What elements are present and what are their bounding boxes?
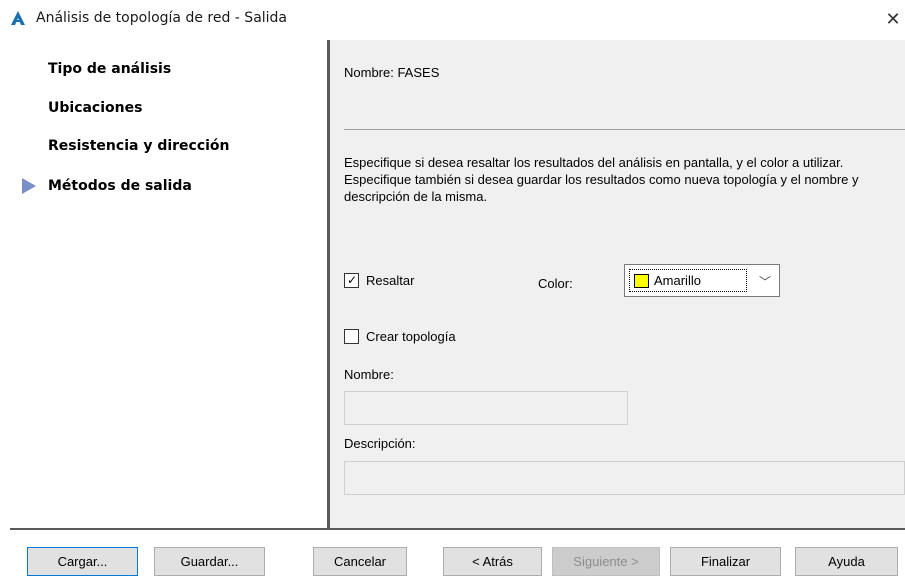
step-resistencia-y-direccion[interactable]: Resistencia y dirección bbox=[48, 138, 230, 154]
finish-button[interactable]: Finalizar bbox=[670, 547, 781, 576]
next-button: Siguiente > bbox=[552, 547, 660, 576]
autocad-a-icon bbox=[11, 11, 25, 25]
cancel-button[interactable]: Cancelar bbox=[313, 547, 407, 576]
check-icon: ✓ bbox=[347, 273, 358, 287]
description-field-label: Descripción: bbox=[344, 436, 416, 451]
yellow-color-swatch bbox=[634, 274, 649, 288]
color-select[interactable]: Amarillo ﹀ bbox=[624, 264, 780, 297]
color-label: Color: bbox=[538, 276, 573, 291]
wizard-steps-panel: Tipo de análisis Ubicaciones Resistencia… bbox=[0, 40, 327, 528]
highlight-checkbox[interactable]: ✓ bbox=[344, 273, 359, 288]
section-divider bbox=[344, 129, 905, 130]
window-title: Análisis de topología de red - Salida bbox=[36, 10, 288, 26]
step-metodos-de-salida[interactable]: Métodos de salida bbox=[48, 178, 192, 194]
step-ubicaciones[interactable]: Ubicaciones bbox=[48, 100, 142, 116]
name-display: Nombre: FASES bbox=[344, 65, 440, 80]
footer-button-bar: Cargar... Guardar... Cancelar < Atrás Si… bbox=[0, 530, 905, 585]
color-select-focus: Amarillo bbox=[629, 269, 747, 292]
output-methods-panel: Nombre: FASES Especifique si desea resal… bbox=[330, 40, 905, 528]
instructions-text: Especifique si desea resaltar los result… bbox=[344, 155, 859, 204]
chevron-down-icon[interactable]: ﹀ bbox=[759, 273, 771, 290]
color-select-value: Amarillo bbox=[654, 273, 701, 288]
create-topology-checkbox[interactable] bbox=[344, 329, 359, 344]
close-icon[interactable]: ✕ bbox=[881, 6, 905, 32]
create-topology-label[interactable]: Crear topología bbox=[366, 329, 456, 344]
name-field[interactable] bbox=[344, 391, 628, 425]
highlight-label[interactable]: Resaltar bbox=[366, 273, 414, 288]
back-button[interactable]: < Atrás bbox=[443, 547, 542, 576]
step-tipo-de-analisis[interactable]: Tipo de análisis bbox=[48, 61, 171, 77]
description-field[interactable] bbox=[344, 461, 905, 495]
save-button[interactable]: Guardar... bbox=[154, 547, 265, 576]
name-field-label: Nombre: bbox=[344, 367, 394, 382]
current-step-arrow-icon bbox=[22, 178, 36, 194]
title-bar: Análisis de topología de red - Salida ✕ bbox=[0, 0, 905, 40]
load-button[interactable]: Cargar... bbox=[27, 547, 138, 576]
help-button[interactable]: Ayuda bbox=[795, 547, 898, 576]
